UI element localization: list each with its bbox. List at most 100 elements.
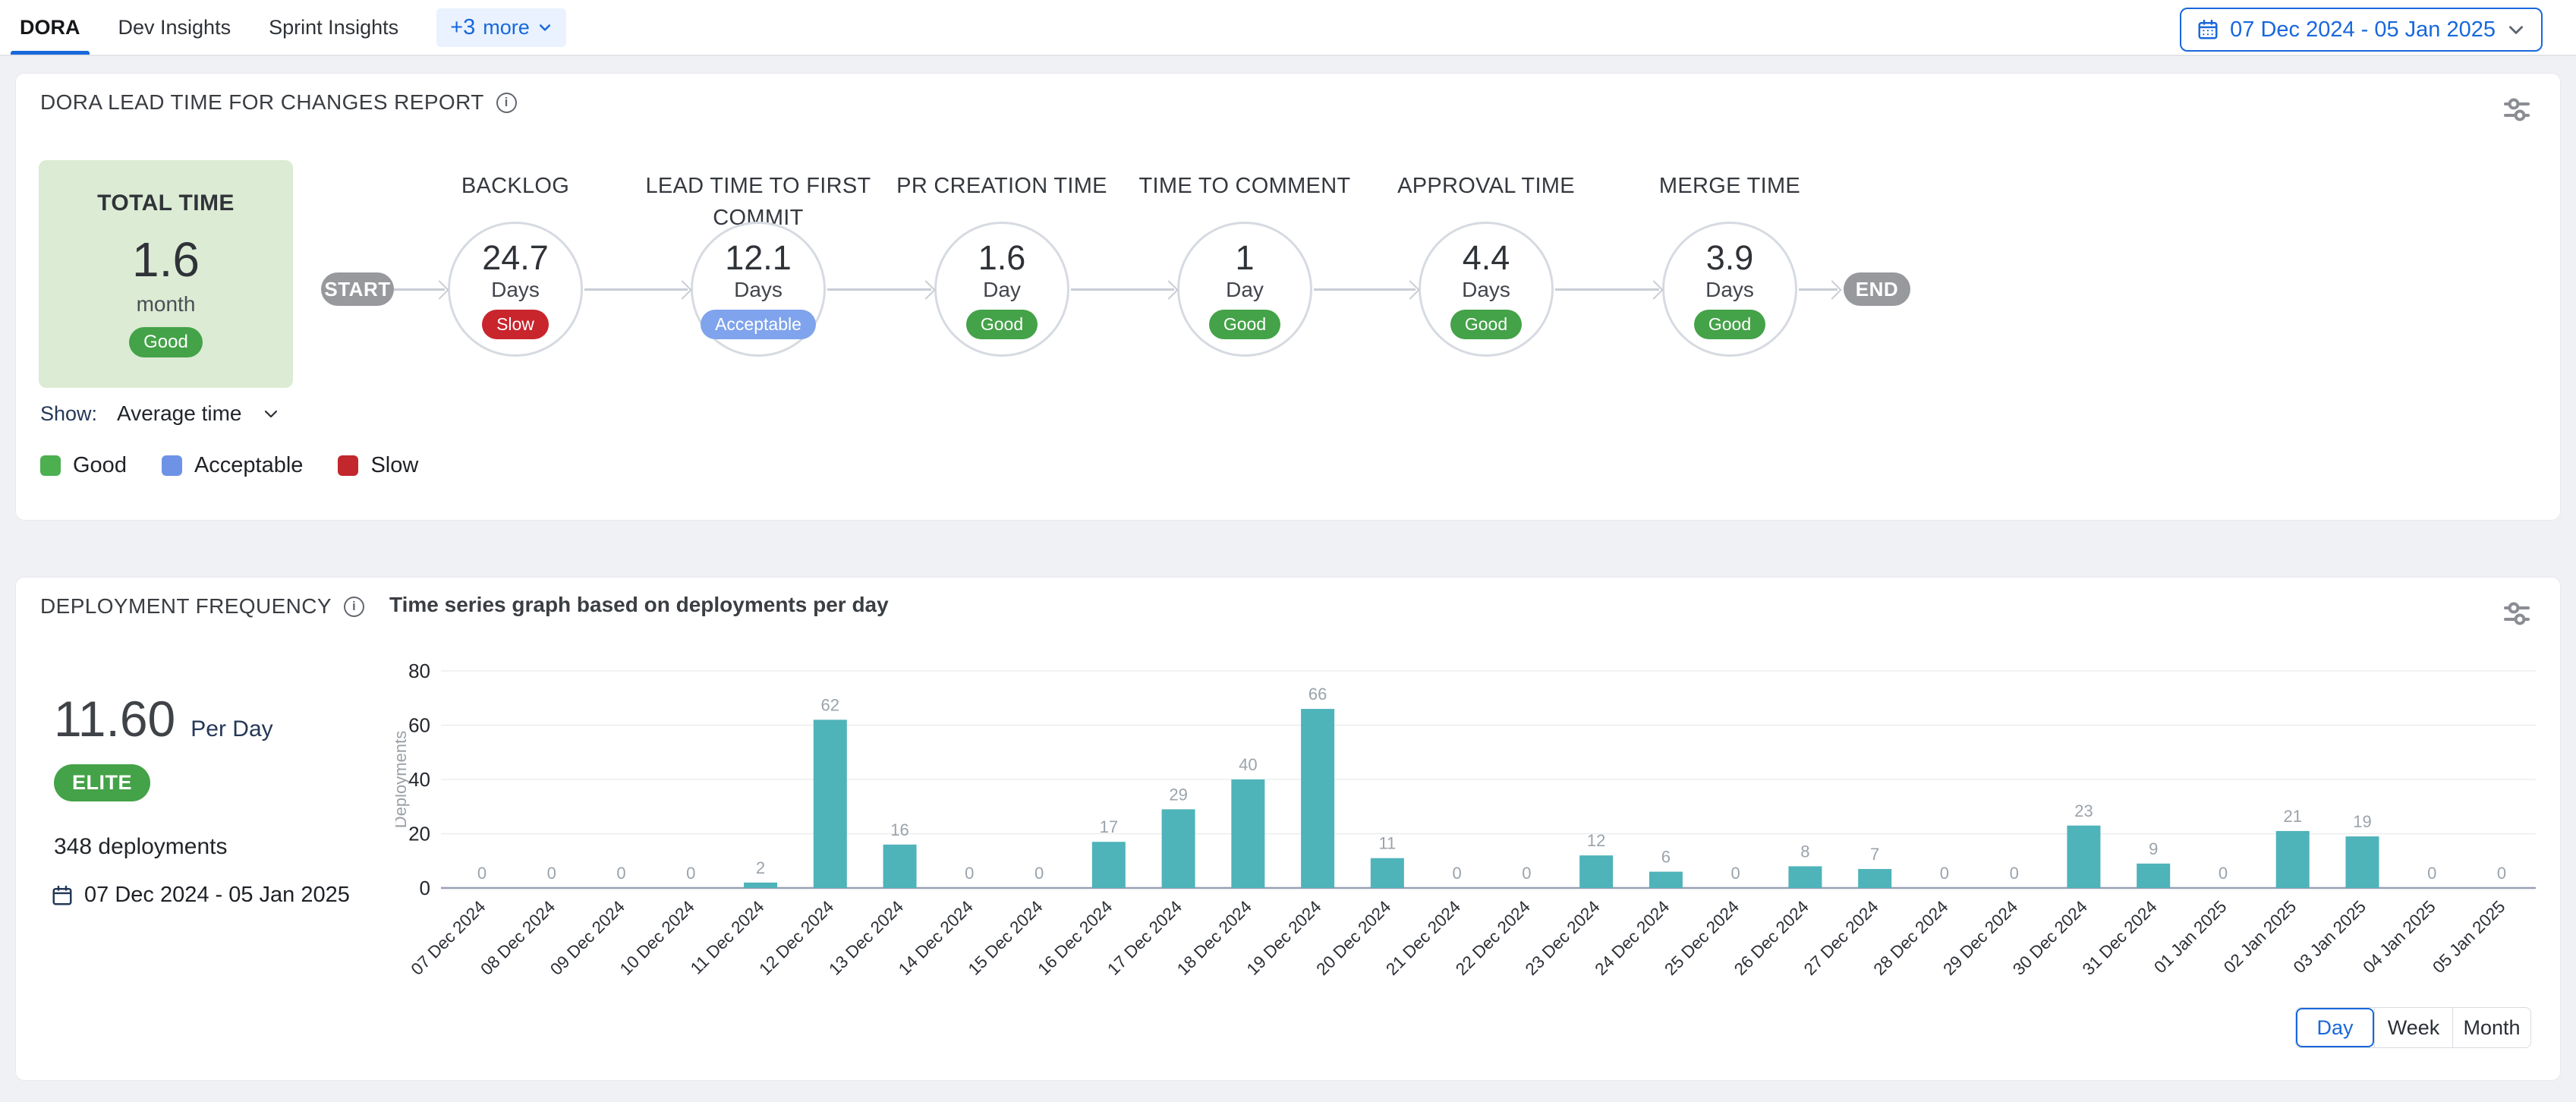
stage-value: 3.9 xyxy=(1706,240,1754,276)
show-dropdown[interactable]: Show: Average time xyxy=(40,401,280,426)
legend-swatch xyxy=(162,455,182,476)
deployment-bar[interactable] xyxy=(2276,831,2310,888)
deployment-bar[interactable] xyxy=(1649,872,1683,888)
x-tick-label: 23 Dec 2024 xyxy=(1522,897,1604,979)
deployment-bar[interactable] xyxy=(2345,836,2379,888)
chevron-down-icon xyxy=(262,405,280,423)
x-tick-label: 27 Dec 2024 xyxy=(1800,897,1882,979)
tab-dora[interactable]: DORA xyxy=(20,0,80,55)
deployment-frequency-card: DEPLOYMENT FREQUENCY i Time series graph… xyxy=(15,577,2561,1081)
stage-status-badge: Good xyxy=(1209,310,1280,339)
bar-value-label: 66 xyxy=(1308,685,1327,704)
deployment-bar[interactable] xyxy=(2137,864,2170,888)
chart-title: Time series graph based on deployments p… xyxy=(389,593,889,617)
x-tick-label: 02 Jan 2025 xyxy=(2220,897,2300,977)
stage-unit: Days xyxy=(1705,278,1754,302)
flow-arrowhead xyxy=(916,280,935,299)
legend-item: Good xyxy=(40,453,127,478)
y-axis-label: Deployments xyxy=(395,731,410,828)
lead-time-card: DORA LEAD TIME FOR CHANGES REPORT i TOTA… xyxy=(15,73,2561,521)
stage-status-badge: Good xyxy=(1694,310,1765,339)
flow-arrowhead xyxy=(1159,280,1178,299)
granularity-week-button[interactable]: Week xyxy=(2374,1008,2452,1047)
bar-value-label: 19 xyxy=(2353,812,2371,831)
more-tabs-count: +3 xyxy=(450,15,475,40)
legend-item: Slow xyxy=(338,453,418,478)
bar-value-label: 17 xyxy=(1100,817,1118,836)
tab-dev-insights[interactable]: Dev Insights xyxy=(118,0,231,55)
x-tick-label: 17 Dec 2024 xyxy=(1104,897,1186,979)
stage-unit: Day xyxy=(983,278,1021,302)
stage-label: MERGE TIME xyxy=(1601,170,1859,202)
stage-value: 12.1 xyxy=(725,240,792,276)
x-tick-label: 20 Dec 2024 xyxy=(1312,897,1394,979)
stage-label: BACKLOG xyxy=(386,170,644,202)
legend-item: Acceptable xyxy=(162,453,304,478)
bar-value-label: 62 xyxy=(821,695,839,714)
flow-arrowhead xyxy=(1644,280,1663,299)
bar-value-label: 0 xyxy=(477,864,487,883)
x-tick-label: 13 Dec 2024 xyxy=(825,897,907,979)
info-icon[interactable]: i xyxy=(344,597,364,617)
deployment-bar[interactable] xyxy=(1371,858,1404,888)
stage-value: 1.6 xyxy=(978,240,1026,276)
bar-value-label: 21 xyxy=(2283,807,2301,826)
deployment-bar[interactable] xyxy=(1858,869,1891,888)
x-tick-label: 03 Jan 2025 xyxy=(2290,897,2370,977)
deployment-bar[interactable] xyxy=(814,719,847,888)
stage-circle[interactable]: 24.7 Days Slow xyxy=(448,222,583,357)
stage-circle[interactable]: 3.9 Days Good xyxy=(1662,222,1797,357)
deployment-bar[interactable] xyxy=(1092,842,1126,888)
stage-circle[interactable]: 1.6 Day Good xyxy=(934,222,1069,357)
tab-dora-label: DORA xyxy=(20,16,80,39)
stage-circle[interactable]: 4.4 Days Good xyxy=(1419,222,1554,357)
deployment-bar[interactable] xyxy=(1579,855,1613,888)
stage-circle[interactable]: 1 Day Good xyxy=(1177,222,1312,357)
calendar-icon xyxy=(2197,18,2219,41)
rate-unit: Per Day xyxy=(191,716,272,742)
deployment-bar[interactable] xyxy=(1788,866,1822,888)
dora-dashboard: DORA Dev Insights Sprint Insights +3 mor… xyxy=(0,0,2576,1102)
deployment-card-header: DEPLOYMENT FREQUENCY i xyxy=(40,594,364,619)
bar-value-label: 9 xyxy=(2149,839,2158,858)
flow-arrowhead xyxy=(1822,280,1841,299)
chevron-down-icon xyxy=(2506,20,2526,39)
deployment-bar[interactable] xyxy=(744,883,777,888)
more-tabs-button[interactable]: +3 more xyxy=(436,8,566,47)
legend-label: Slow xyxy=(370,453,418,478)
stage-value: 4.4 xyxy=(1463,240,1510,276)
deployment-date-range-label: 07 Dec 2024 - 05 Jan 2025 xyxy=(84,883,350,908)
x-tick-label: 04 Jan 2025 xyxy=(2360,897,2439,977)
x-tick-label: 28 Dec 2024 xyxy=(1870,897,1952,979)
granularity-day-button[interactable]: Day xyxy=(2296,1008,2374,1047)
legend-label: Acceptable xyxy=(194,453,304,478)
deployments-total: 348 deployments xyxy=(54,834,228,860)
x-tick-label: 21 Dec 2024 xyxy=(1382,897,1464,979)
tab-list: DORA Dev Insights Sprint Insights +3 mor… xyxy=(0,0,566,55)
stage-circle[interactable]: 12.1 Days Acceptable xyxy=(691,222,826,357)
deployment-bar[interactable] xyxy=(1301,709,1334,888)
bar-value-label: 0 xyxy=(547,864,556,883)
bar-value-label: 0 xyxy=(1731,864,1740,883)
top-tab-bar: DORA Dev Insights Sprint Insights +3 mor… xyxy=(0,0,2576,56)
y-tick-label: 40 xyxy=(408,768,430,791)
x-tick-label: 16 Dec 2024 xyxy=(1034,897,1116,979)
stage-unit: Days xyxy=(734,278,783,302)
date-range-picker[interactable]: 07 Dec 2024 - 05 Jan 2025 xyxy=(2180,8,2543,52)
x-tick-label: 22 Dec 2024 xyxy=(1452,897,1534,979)
sliders-icon[interactable] xyxy=(2499,596,2534,634)
deployment-bar[interactable] xyxy=(1162,809,1195,888)
granularity-month-button[interactable]: Month xyxy=(2452,1008,2530,1047)
bar-value-label: 0 xyxy=(2497,864,2506,883)
y-tick-label: 20 xyxy=(408,823,430,845)
deployment-bar[interactable] xyxy=(883,845,917,888)
tab-sprint-insights[interactable]: Sprint Insights xyxy=(269,0,398,55)
bar-value-label: 0 xyxy=(1940,864,1949,883)
deployment-rate: 11.60 Per Day xyxy=(54,690,273,748)
deployment-bar[interactable] xyxy=(2067,826,2100,888)
stage-label: APPROVAL TIME xyxy=(1357,170,1615,202)
status-legend: Good Acceptable Slow xyxy=(40,453,418,478)
bar-value-label: 12 xyxy=(1587,831,1605,850)
stage-status-badge: Acceptable xyxy=(701,310,816,339)
deployment-bar[interactable] xyxy=(1231,779,1264,888)
